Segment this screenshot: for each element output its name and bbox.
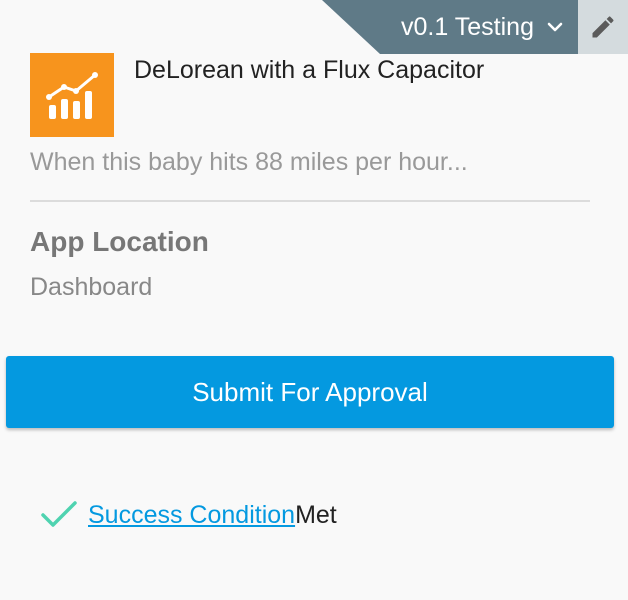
divider xyxy=(30,200,590,202)
submit-for-approval-button[interactable]: Submit For Approval xyxy=(6,356,614,428)
app-location-title: App Location xyxy=(30,226,209,257)
success-status-text: Met xyxy=(295,500,337,529)
app-description: When this baby hits 88 miles per hour... xyxy=(30,148,468,176)
app-location-value: Dashboard xyxy=(30,273,153,301)
pencil-icon xyxy=(592,16,614,38)
chevron-down-icon xyxy=(547,22,563,32)
checkmark-icon xyxy=(41,501,77,527)
version-label: v0.1 Testing xyxy=(401,12,534,41)
app-logo xyxy=(30,53,114,137)
success-condition-row: Success Condition Met xyxy=(40,500,337,530)
bar-chart-trend-icon xyxy=(46,72,98,119)
success-condition-link[interactable]: Success Condition xyxy=(88,501,295,530)
version-selector[interactable]: v0.1 Testing xyxy=(322,0,578,54)
edit-button[interactable] xyxy=(578,0,628,54)
app-name: DeLorean with a Flux Capacitor xyxy=(134,56,485,84)
app-card: v0.1 Testing DeLorean with a Flux Capaci… xyxy=(0,0,628,600)
